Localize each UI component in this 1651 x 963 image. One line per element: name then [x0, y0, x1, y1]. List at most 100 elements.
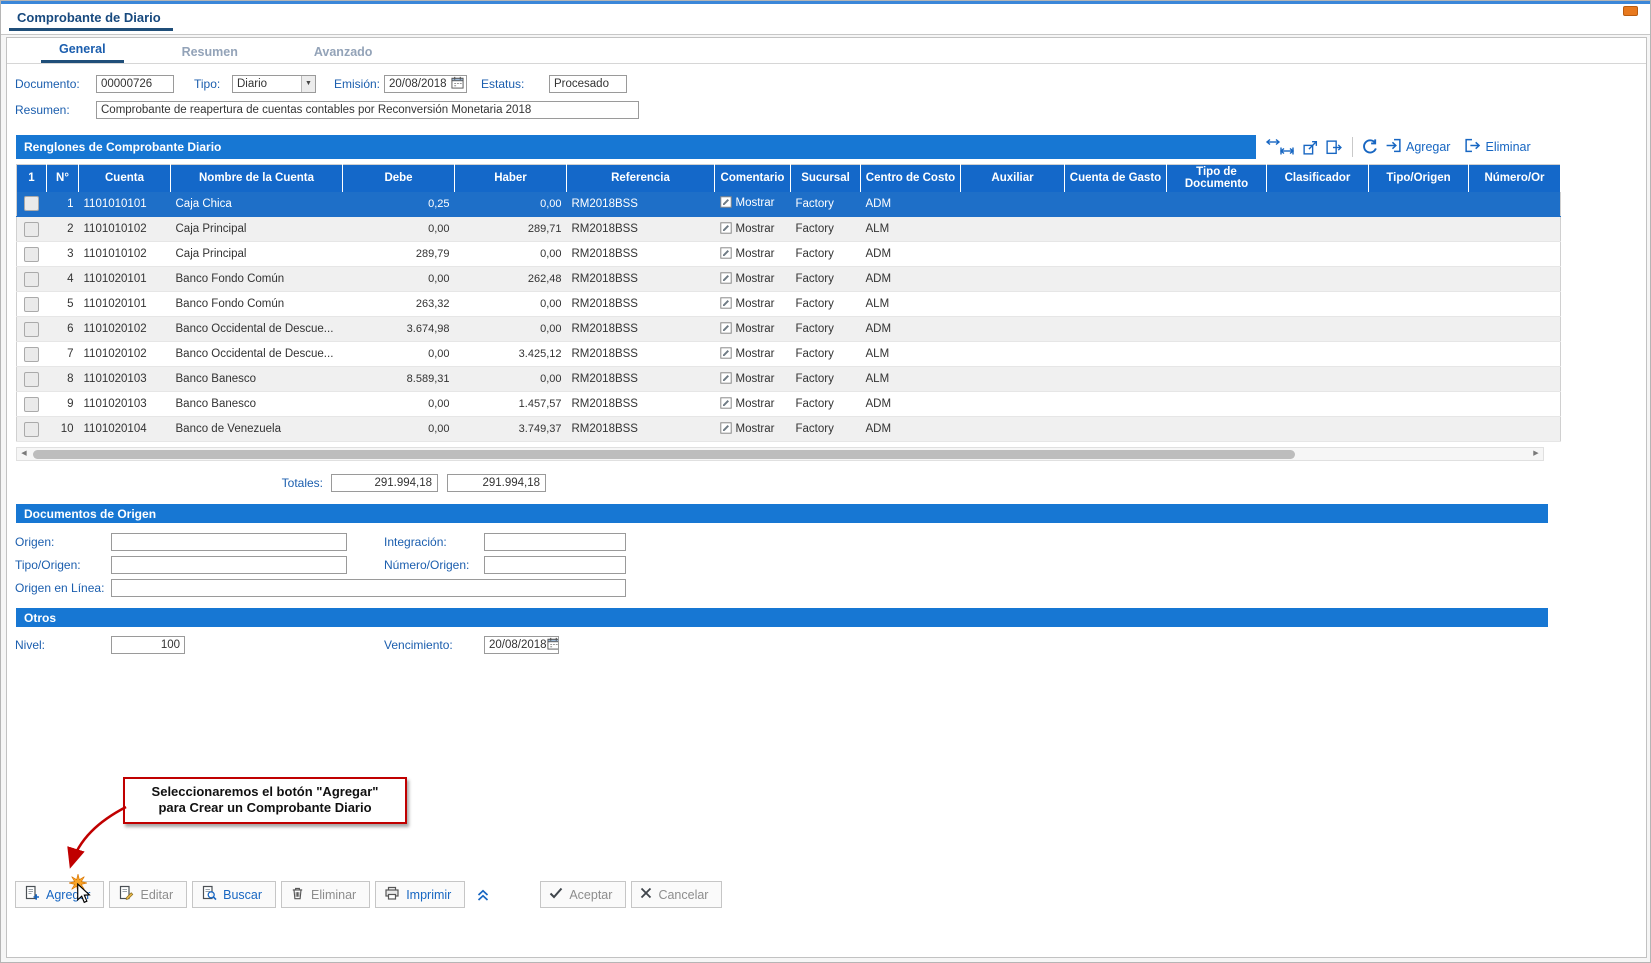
cell-nombre: Banco Fondo Común	[171, 267, 343, 292]
row-select-box[interactable]	[24, 222, 39, 237]
comment-note-icon	[720, 272, 732, 287]
table-row[interactable]: 2 1101010102 Caja Principal 0,00 289,71 …	[17, 217, 1561, 242]
cell-comentario-button[interactable]: Mostrar	[715, 217, 791, 242]
window-tab-comprobante[interactable]: Comprobante de Diario	[9, 4, 173, 31]
cell-comentario-button[interactable]: Mostrar	[715, 292, 791, 317]
cell-sucursal: Factory	[791, 242, 861, 267]
cell-nombre: Caja Chica	[171, 192, 343, 217]
comment-label: Mostrar	[736, 273, 775, 285]
col-header-comentario: Comentario	[715, 165, 791, 192]
table-row[interactable]: 3 1101010102 Caja Principal 289,79 0,00 …	[17, 242, 1561, 267]
renglones-section: Renglones de Comprobante Diario Agregar …	[16, 135, 1548, 159]
row-select-box[interactable]	[24, 247, 39, 262]
row-select-box[interactable]	[24, 297, 39, 312]
nivel-field[interactable]: 100	[111, 636, 185, 654]
eliminar-button[interactable]: Eliminar	[281, 881, 370, 908]
row-select-cell[interactable]	[17, 367, 47, 392]
cell-comentario-button[interactable]: Mostrar	[715, 417, 791, 442]
cell-comentario-button[interactable]: Mostrar	[715, 242, 791, 267]
calendar-icon[interactable]	[451, 76, 464, 92]
row-select-cell[interactable]	[17, 267, 47, 292]
collapse-toolbar-icon[interactable]	[474, 888, 492, 902]
tab-resumen[interactable]: Resumen	[164, 41, 256, 63]
cell-comentario-button[interactable]: Mostrar	[715, 317, 791, 342]
row-select-box[interactable]	[24, 347, 39, 362]
horizontal-scrollbar[interactable]: ◀ ▶	[16, 447, 1544, 461]
row-select-cell[interactable]	[17, 317, 47, 342]
row-select-box[interactable]	[24, 196, 39, 211]
row-select-cell[interactable]	[17, 217, 47, 242]
tab-avanzado[interactable]: Avanzado	[296, 41, 391, 63]
resumen-field[interactable]: Comprobante de reapertura de cuentas con…	[96, 101, 639, 119]
row-select-cell[interactable]	[17, 192, 47, 217]
tipo-select[interactable]: Diario ▼	[232, 75, 316, 93]
cell-comentario-button[interactable]: Mostrar	[715, 192, 791, 217]
resize-columns-icon[interactable]	[1264, 137, 1296, 157]
export-icon[interactable]	[1325, 139, 1342, 156]
row-select-cell[interactable]	[17, 342, 47, 367]
cell-referencia: RM2018BSS	[567, 217, 715, 242]
grid-agregar-button[interactable]: Agregar	[1385, 137, 1450, 157]
app-badge-icon[interactable]	[1623, 6, 1638, 16]
vencimiento-date-field[interactable]: 20/08/2018	[484, 636, 559, 654]
origen-field[interactable]	[111, 533, 347, 551]
cancelar-button[interactable]: Cancelar	[631, 881, 722, 908]
row-select-box[interactable]	[24, 322, 39, 337]
cell-comentario-button[interactable]: Mostrar	[715, 342, 791, 367]
agregar-button[interactable]: Agregar	[15, 881, 104, 908]
imprimir-button[interactable]: Imprimir	[375, 881, 465, 908]
table-row[interactable]: 9 1101020103 Banco Banesco 0,00 1.457,57…	[17, 392, 1561, 417]
origen-linea-field[interactable]	[111, 579, 626, 597]
calendar-icon[interactable]	[547, 637, 559, 653]
header-form: Documento: 00000726 Tipo: Diario ▼ Emisi…	[7, 64, 1646, 127]
cell-auxiliar	[961, 342, 1065, 367]
editar-button[interactable]: Editar	[109, 881, 187, 908]
cell-referencia: RM2018BSS	[567, 417, 715, 442]
cell-nombre: Banco Banesco	[171, 392, 343, 417]
buscar-button[interactable]: Buscar	[192, 881, 276, 908]
table-row[interactable]: 1 1101010101 Caja Chica 0,25 0,00 RM2018…	[17, 192, 1561, 217]
row-select-box[interactable]	[24, 272, 39, 287]
cell-cuenta: 1101020101	[79, 267, 171, 292]
table-row[interactable]: 7 1101020102 Banco Occidental de Descue.…	[17, 342, 1561, 367]
table-row[interactable]: 8 1101020103 Banco Banesco 8.589,31 0,00…	[17, 367, 1561, 392]
tipo-origen-field[interactable]	[111, 556, 347, 574]
col-header-haber: Haber	[455, 165, 567, 192]
cell-clasificador	[1267, 217, 1369, 242]
cell-nombre: Banco de Venezuela	[171, 417, 343, 442]
cell-referencia: RM2018BSS	[567, 242, 715, 267]
scroll-left-icon[interactable]: ◀	[17, 448, 31, 460]
hscrollbar-thumb[interactable]	[33, 450, 1295, 459]
comment-label: Mostrar	[736, 197, 775, 209]
cell-centro-costo: ALM	[861, 292, 961, 317]
popout-icon[interactable]	[1302, 139, 1319, 156]
table-row[interactable]: 4 1101020101 Banco Fondo Común 0,00 262,…	[17, 267, 1561, 292]
row-select-cell[interactable]	[17, 392, 47, 417]
total-debe-field: 291.994,18	[331, 474, 438, 492]
cell-comentario-button[interactable]: Mostrar	[715, 392, 791, 417]
table-row[interactable]: 6 1101020102 Banco Occidental de Descue.…	[17, 317, 1561, 342]
scroll-right-icon[interactable]: ▶	[1529, 448, 1543, 460]
row-select-box[interactable]	[24, 372, 39, 387]
documento-field[interactable]: 00000726	[96, 75, 174, 93]
refresh-icon[interactable]	[1361, 138, 1379, 156]
integracion-field[interactable]	[484, 533, 626, 551]
row-select-cell[interactable]	[17, 417, 47, 442]
cell-comentario-button[interactable]: Mostrar	[715, 267, 791, 292]
cell-numero-origen	[1469, 242, 1561, 267]
cell-tipo-origen	[1369, 292, 1469, 317]
aceptar-button[interactable]: Aceptar	[540, 881, 626, 908]
emision-date-field[interactable]: 20/08/2018	[384, 75, 467, 93]
row-select-cell[interactable]	[17, 242, 47, 267]
cell-comentario-button[interactable]: Mostrar	[715, 367, 791, 392]
cell-tipo-documento	[1167, 242, 1267, 267]
row-select-box[interactable]	[24, 422, 39, 437]
grid-eliminar-button[interactable]: Eliminar	[1464, 137, 1530, 157]
eliminar-label: Eliminar	[311, 888, 356, 902]
row-select-cell[interactable]	[17, 292, 47, 317]
row-select-box[interactable]	[24, 397, 39, 412]
numero-origen-field[interactable]	[484, 556, 626, 574]
table-row[interactable]: 5 1101020101 Banco Fondo Común 263,32 0,…	[17, 292, 1561, 317]
tab-general[interactable]: General	[41, 38, 124, 63]
table-row[interactable]: 10 1101020104 Banco de Venezuela 0,00 3.…	[17, 417, 1561, 442]
